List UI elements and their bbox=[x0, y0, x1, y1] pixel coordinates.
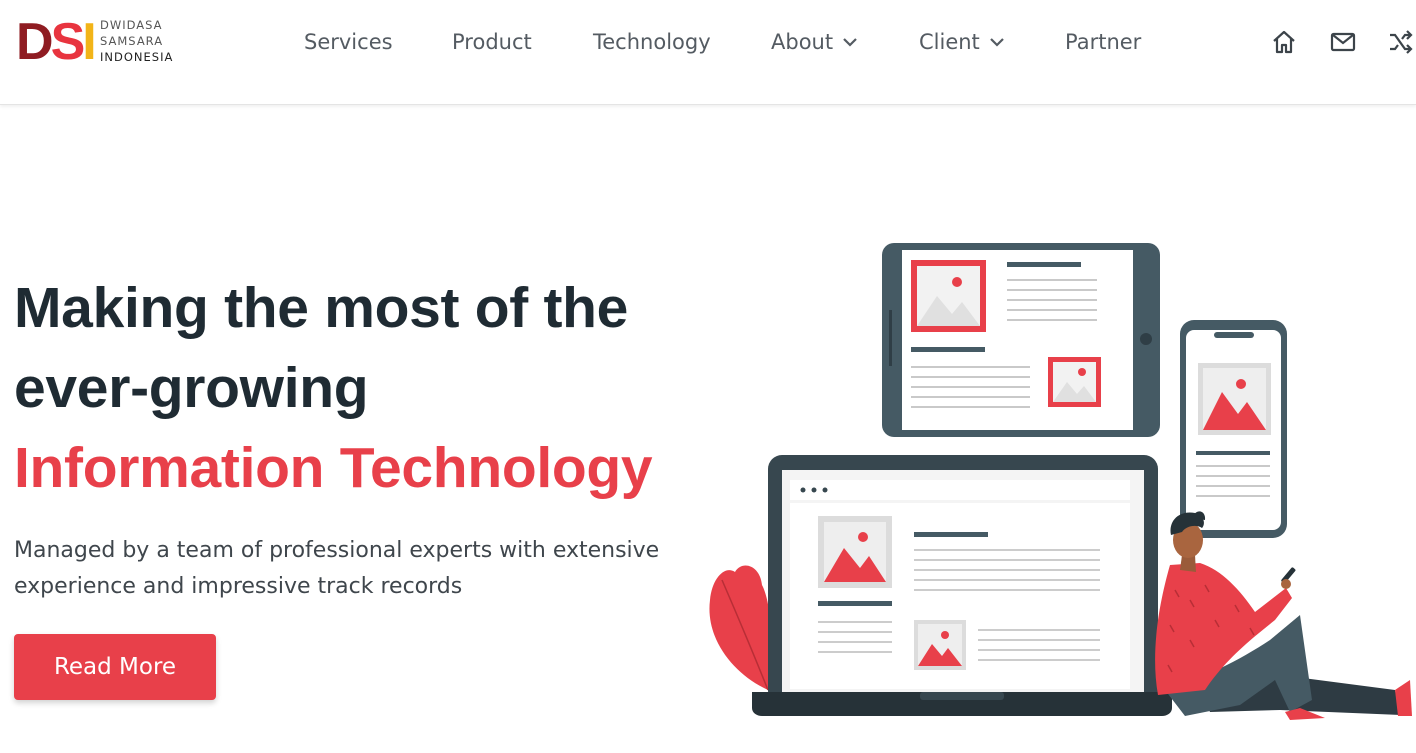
chevron-down-icon bbox=[843, 38, 857, 47]
nav-services[interactable]: Services bbox=[304, 28, 393, 56]
logo-line: INDONESIA bbox=[100, 50, 174, 64]
nav-partner[interactable]: Partner bbox=[1065, 28, 1141, 56]
home-icon[interactable] bbox=[1271, 29, 1297, 55]
nav-product[interactable]: Product bbox=[452, 28, 532, 56]
nav-label: About bbox=[771, 30, 834, 54]
read-more-button[interactable]: Read More bbox=[14, 634, 216, 700]
nav-label: Services bbox=[304, 30, 393, 54]
hero-subtitle: Managed by a team of professional expert… bbox=[14, 538, 660, 599]
site-header: DSI DWIDASA SAMSARA INDONESIA Services P… bbox=[0, 0, 1416, 105]
chevron-down-icon bbox=[990, 38, 1004, 47]
brand-logo[interactable]: DSI DWIDASA SAMSARA INDONESIA bbox=[16, 16, 186, 68]
logo-line: SAMSARA bbox=[100, 34, 164, 48]
nav-label: Technology bbox=[593, 30, 711, 54]
nav-label: Client bbox=[919, 30, 980, 54]
person-illustration bbox=[1155, 511, 1412, 720]
logo-line: DWIDASA bbox=[100, 18, 163, 32]
nav-label: Partner bbox=[1065, 30, 1142, 54]
hero-title-line: ever-growing bbox=[14, 356, 369, 420]
nav-label: Product bbox=[452, 30, 532, 54]
plant-leaf-illustration bbox=[709, 565, 772, 691]
nav-about[interactable]: About bbox=[771, 28, 858, 56]
hero-title-line: Making the most of the bbox=[14, 276, 629, 340]
laptop-illustration bbox=[752, 455, 1172, 716]
hero-title-accent: Information Technology bbox=[14, 436, 653, 500]
tablet-illustration bbox=[882, 243, 1160, 437]
nav-client[interactable]: Client bbox=[919, 28, 1005, 56]
logo-mark: DSI bbox=[16, 13, 97, 71]
nav-technology[interactable]: Technology bbox=[593, 28, 711, 56]
hero-illustration bbox=[709, 243, 1412, 720]
hero-title: Making the most of the ever-growing Info… bbox=[14, 268, 714, 508]
logo-wordmark: DWIDASA SAMSARA INDONESIA bbox=[100, 17, 173, 65]
phone-illustration bbox=[1180, 320, 1287, 538]
mail-icon[interactable] bbox=[1330, 29, 1356, 55]
shuffle-icon[interactable] bbox=[1388, 29, 1414, 55]
